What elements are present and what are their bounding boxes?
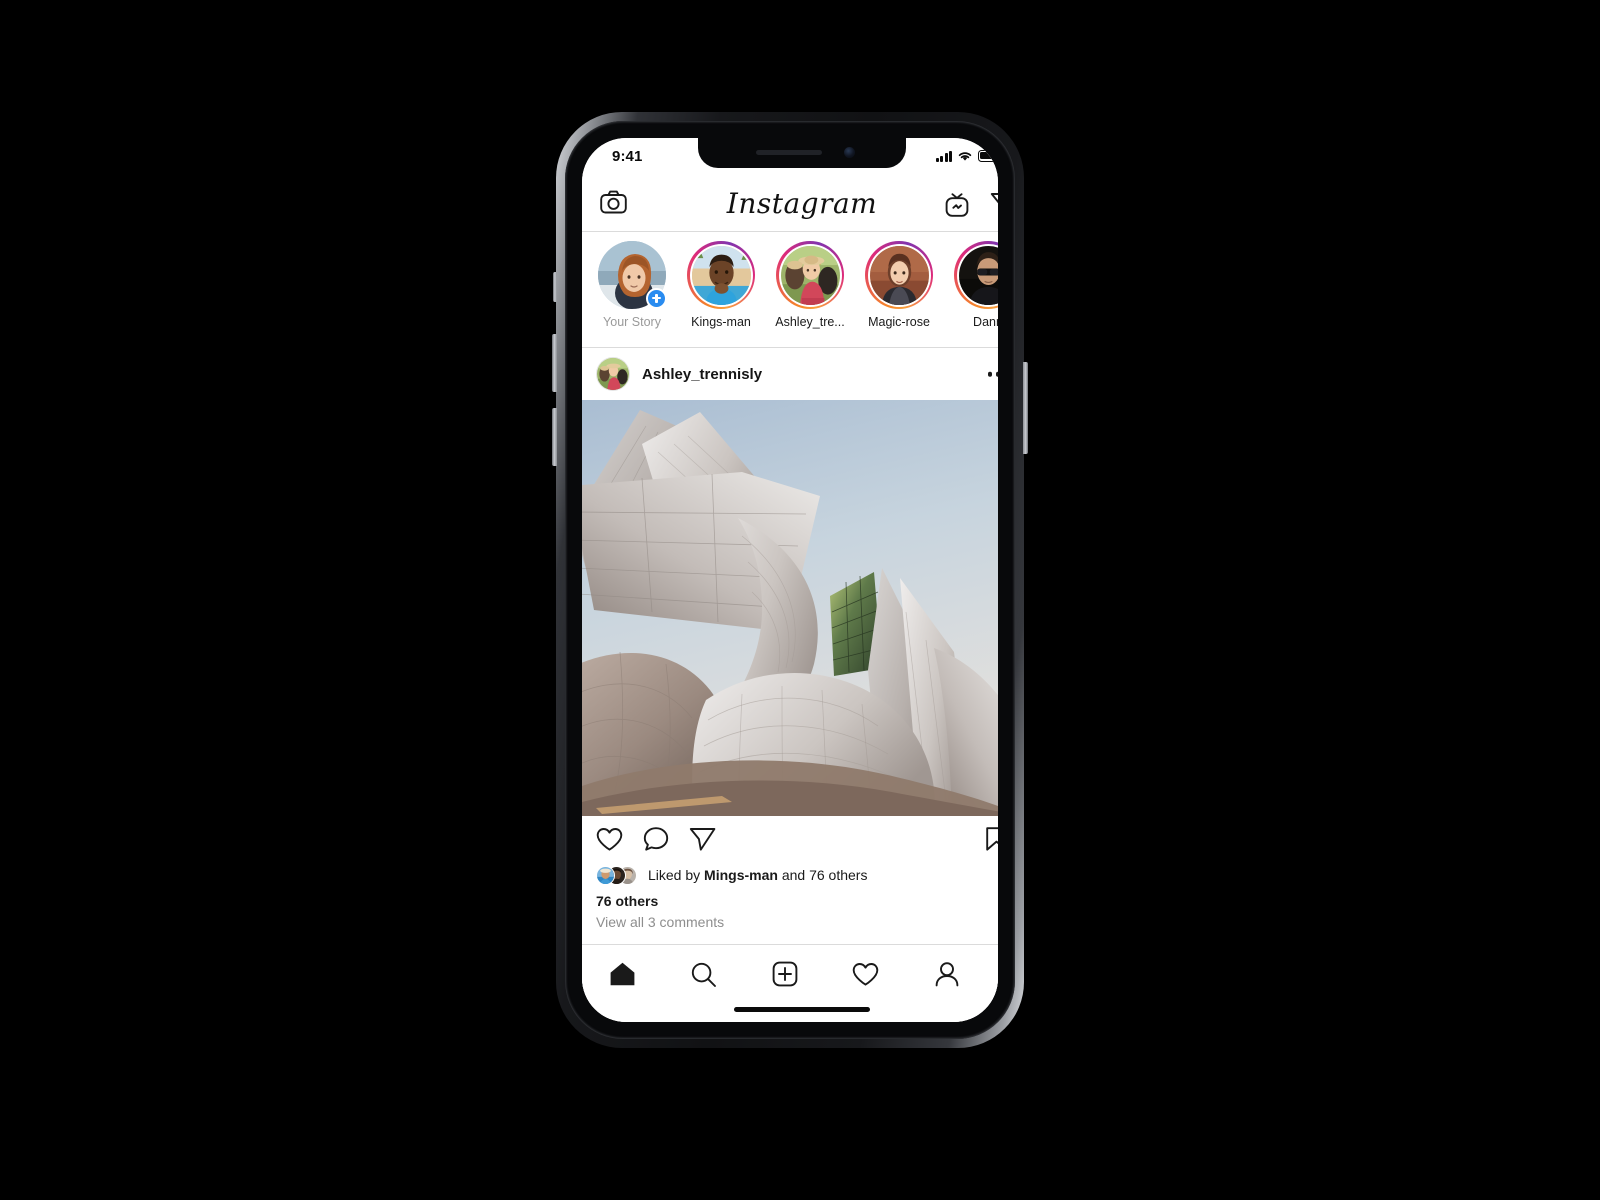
page-title: Instagram <box>726 187 878 220</box>
phone-device: 9:41 Instagram Your Story Kings-man Ashl… <box>552 112 1028 1048</box>
post-photo[interactable] <box>582 400 998 816</box>
story-ring-gradient <box>865 241 933 309</box>
canvas: 9:41 Instagram Your Story Kings-man Ashl… <box>0 0 1600 1200</box>
story-item-dann[interactable]: Dann <box>952 241 998 329</box>
igtv-icon[interactable] <box>944 192 970 218</box>
others-count[interactable]: 76 others <box>582 888 998 909</box>
send-icon[interactable] <box>689 826 716 852</box>
nav-item-profile[interactable] <box>906 957 987 991</box>
nav-item-add-post[interactable] <box>744 957 825 991</box>
person-icon <box>934 961 960 987</box>
nav-item-activity[interactable] <box>825 957 906 991</box>
more-options-icon[interactable] <box>987 371 998 377</box>
home-icon <box>609 961 636 987</box>
story-item-your-story[interactable]: Your Story <box>596 241 668 329</box>
post-username[interactable]: Ashley_trennisly <box>642 366 762 383</box>
app-header: Instagram <box>582 178 998 232</box>
avatar <box>958 245 998 305</box>
heart-icon <box>852 962 879 987</box>
story-label: Your Story <box>603 315 661 329</box>
post-header: Ashley_trennisly <box>582 348 998 400</box>
header-actions <box>944 191 998 218</box>
comment-bubble-icon[interactable] <box>643 826 669 852</box>
avatar <box>869 245 929 305</box>
silent-switch[interactable] <box>553 272 557 302</box>
liked-by-username[interactable]: Mings-man <box>704 867 778 883</box>
bottom-nav <box>582 944 998 1022</box>
likes-row: Liked by Mings-man and 76 others <box>582 862 998 888</box>
send-icon[interactable] <box>990 191 998 218</box>
volume-down-button[interactable] <box>552 408 557 466</box>
view-comments-link[interactable]: View all 3 comments <box>582 909 998 930</box>
wifi-icon <box>958 152 972 161</box>
battery-icon <box>978 150 998 162</box>
liked-by-prefix: Liked by <box>648 867 705 883</box>
notch <box>698 138 906 168</box>
nav-item-home[interactable] <box>582 957 663 991</box>
home-indicator[interactable] <box>734 1007 870 1012</box>
post-actions-left <box>596 826 716 852</box>
instagram-app: 9:41 Instagram Your Story Kings-man Ashl… <box>582 138 998 1022</box>
story-ring-none <box>598 241 667 309</box>
story-item-magic-rose[interactable]: Magic-rose <box>863 241 935 329</box>
liked-by-text: Liked by Mings-man and 76 others <box>648 867 867 883</box>
stories-tray[interactable]: Your Story Kings-man Ashley_tre... Magic… <box>582 232 998 348</box>
story-label: Dann <box>973 315 998 329</box>
story-label: Ashley_tre... <box>775 315 845 329</box>
phone-screen: 9:41 Instagram Your Story Kings-man Ashl… <box>582 138 998 1022</box>
liked-by-suffix: and 76 others <box>777 867 868 883</box>
search-icon <box>690 961 717 988</box>
plus-square-icon <box>772 961 798 987</box>
bookmark-icon[interactable] <box>985 826 998 852</box>
signal-bars-icon <box>935 150 952 162</box>
story-label: Kings-man <box>691 315 751 329</box>
volume-up-button[interactable] <box>552 334 557 392</box>
nav-item-search[interactable] <box>663 957 744 991</box>
earpiece-speaker <box>756 150 822 155</box>
post-photo-art <box>582 400 998 816</box>
story-ring-gradient <box>776 241 844 309</box>
story-item-ashley[interactable]: Ashley_tre... <box>774 241 846 329</box>
screen-clip: 9:41 Instagram Your Story Kings-man Ashl… <box>582 138 998 1022</box>
avatar <box>596 865 615 885</box>
story-ring-gradient <box>687 241 755 309</box>
liked-by-avatars <box>596 865 640 885</box>
story-label: Magic-rose <box>868 315 930 329</box>
post-actions <box>582 816 998 862</box>
avatar[interactable] <box>596 357 630 391</box>
story-item-kings-man[interactable]: Kings-man <box>685 241 757 329</box>
story-ring-gradient <box>954 241 998 309</box>
avatar <box>780 245 840 305</box>
front-camera-icon <box>844 147 855 158</box>
heart-icon[interactable] <box>596 827 623 852</box>
power-button[interactable] <box>1023 362 1028 454</box>
avatar <box>691 245 751 305</box>
plus-badge-icon[interactable] <box>646 288 667 309</box>
camera-icon[interactable] <box>600 190 627 214</box>
status-indicators <box>935 150 998 162</box>
status-time: 9:41 <box>612 148 643 165</box>
